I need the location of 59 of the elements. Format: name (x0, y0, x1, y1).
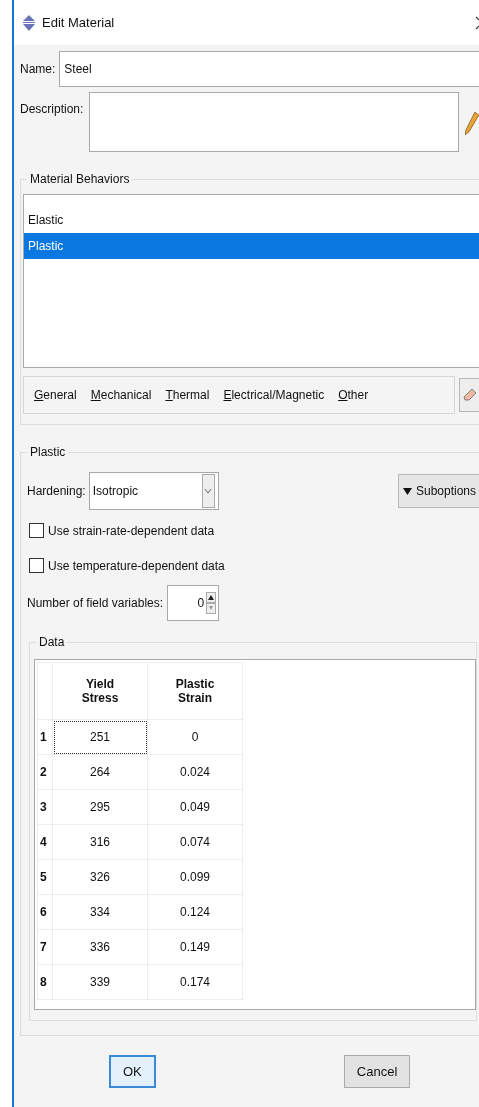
row-number: 5 (37, 859, 53, 895)
description-label: Description: (20, 102, 84, 116)
table-cell[interactable]: 0.049 (147, 789, 243, 825)
window-title: Edit Material (42, 15, 116, 30)
table-cell[interactable]: 0.099 (147, 859, 243, 895)
pencil-icon[interactable] (465, 112, 479, 136)
row-number: 4 (37, 824, 53, 860)
menu-item[interactable]: General (34, 388, 77, 402)
table-cell[interactable]: 0.074 (147, 824, 243, 860)
dialog-button[interactable]: Cancel (343, 1055, 411, 1088)
table-cell[interactable]: 251 (52, 719, 148, 755)
chevron-down-icon (204, 488, 213, 494)
table-cell[interactable]: 0.174 (147, 964, 243, 1000)
checkbox[interactable] (29, 558, 44, 573)
menu-item[interactable]: Mechanical (90, 388, 152, 402)
table-cell[interactable]: 295 (52, 789, 148, 825)
eraser-button[interactable] (459, 378, 479, 412)
hardening-dropdown[interactable]: Isotropic (88, 472, 219, 510)
group-title: Material Behaviors (29, 172, 131, 186)
suboptions-button[interactable]: Suboptions (397, 474, 479, 508)
row-number: 7 (37, 929, 53, 965)
eraser-icon (463, 388, 477, 402)
dialog-button[interactable]: OK (109, 1055, 156, 1088)
triangle-down-icon (402, 487, 412, 495)
hardening-label: Hardening: (27, 484, 86, 498)
checkbox-label: Use temperature-dependent data (48, 558, 225, 573)
table-cell[interactable]: 264 (52, 754, 148, 790)
checkbox[interactable] (29, 523, 44, 538)
table-cell[interactable]: 339 (52, 964, 148, 1000)
description-field[interactable] (89, 92, 460, 152)
row-number: 3 (37, 789, 53, 825)
menu-item[interactable]: Other (338, 388, 369, 402)
table-cell[interactable]: 316 (52, 824, 148, 860)
app-icon (22, 14, 36, 31)
table-cell[interactable]: 0.149 (147, 929, 243, 965)
row-number: 2 (37, 754, 53, 790)
table-cell[interactable]: 336 (52, 929, 148, 965)
spinner-arrows-icon[interactable] (206, 592, 217, 614)
table-cell[interactable]: 334 (52, 894, 148, 930)
column-header: Yield Stress (52, 662, 148, 720)
list-item[interactable]: Elastic (24, 207, 479, 233)
table-cell[interactable]: 0 (147, 719, 243, 755)
table-cell[interactable]: 0.024 (147, 754, 243, 790)
spinner-field[interactable]: 0 (167, 585, 220, 621)
row-number: 6 (37, 894, 53, 930)
row-number: 8 (37, 964, 53, 1000)
name-field[interactable]: Steel (59, 50, 479, 87)
list-item[interactable]: Plastic (24, 233, 479, 259)
table-cell[interactable]: 326 (52, 859, 148, 895)
group-title: Plastic (29, 445, 67, 459)
checkbox-label: Use strain-rate-dependent data (48, 523, 215, 538)
group-title: Data (38, 635, 66, 649)
name-label: Name: (20, 61, 56, 76)
column-header: Plastic Strain (147, 662, 243, 720)
field-variables-label: Number of field variables: (27, 596, 164, 610)
table-cell[interactable]: 0.124 (147, 894, 243, 930)
row-number: 1 (37, 719, 53, 755)
menu-item[interactable]: Electrical/Magnetic (223, 388, 325, 402)
menu-item[interactable]: Thermal (165, 388, 210, 402)
